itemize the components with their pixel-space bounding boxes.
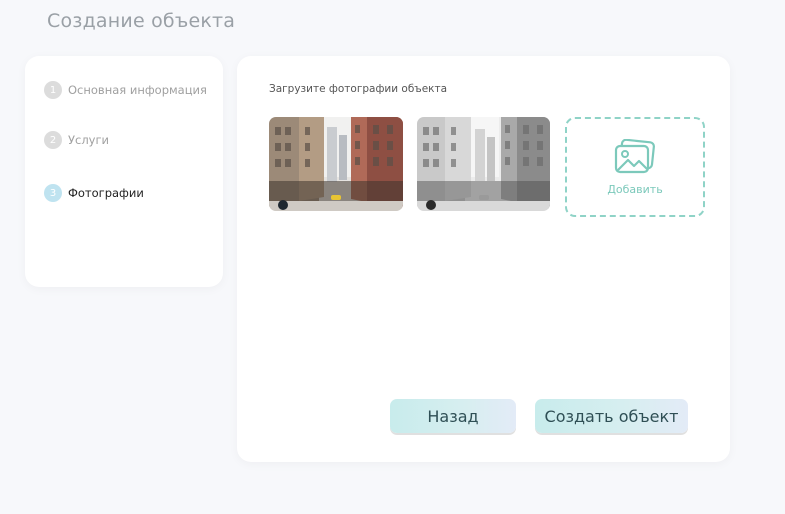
create-object-button[interactable]: Создать объект	[535, 399, 688, 433]
photos-form-card: Загрузите фотографии объекта Добавить На…	[237, 56, 730, 462]
step-label: Основная информация	[68, 83, 207, 97]
photo-thumbnail-color[interactable]	[269, 117, 403, 211]
step-photos[interactable]: 3 Фотографии	[44, 184, 144, 202]
page-title: Создание объекта	[47, 10, 236, 32]
images-icon	[614, 138, 655, 173]
steps-panel: 1 Основная информация 2 Услуги 3 Фотогра…	[25, 56, 223, 287]
step-number: 1	[44, 81, 62, 99]
upload-label: Загрузите фотографии объекта	[269, 83, 448, 95]
street-photo-image	[269, 117, 403, 211]
photo-thumbnail-grayscale[interactable]	[417, 117, 550, 211]
step-number: 2	[44, 131, 62, 149]
add-photo-button[interactable]: Добавить	[565, 117, 705, 217]
street-photo-image	[417, 117, 550, 211]
step-services[interactable]: 2 Услуги	[44, 131, 109, 149]
step-number: 3	[44, 184, 62, 202]
back-button[interactable]: Назад	[390, 399, 516, 433]
step-label: Фотографии	[68, 186, 144, 200]
add-photo-label: Добавить	[607, 182, 663, 196]
step-label: Услуги	[68, 133, 110, 147]
step-main-info[interactable]: 1 Основная информация	[44, 81, 207, 99]
